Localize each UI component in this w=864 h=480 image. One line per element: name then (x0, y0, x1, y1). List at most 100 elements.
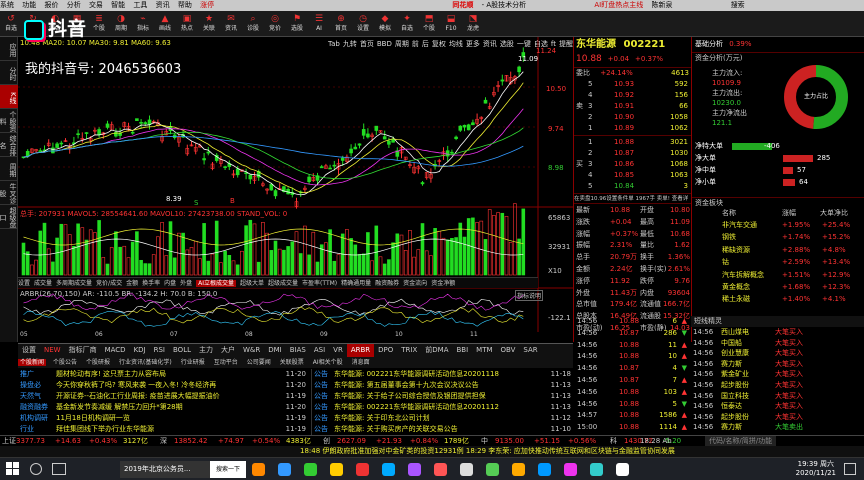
username[interactable]: 陈新泉 (651, 0, 672, 11)
indicator-tab-dmi-10[interactable]: DMI (264, 344, 286, 357)
taskbar-app-icon-12[interactable] (564, 463, 577, 476)
toolbar-button-12[interactable]: ◎ 竞价 (265, 13, 285, 35)
indicator-tab--8[interactable]: 大户 (217, 344, 239, 357)
alert-row[interactable]: 14:56 西山煤电 大笔买入 (691, 327, 864, 338)
indicator-tab-bias-11[interactable]: BIAS (286, 344, 310, 357)
leftbar-item-5[interactable]: 周期 (0, 157, 18, 181)
windows-start-icon[interactable] (6, 462, 20, 476)
vol-subtab-11[interactable]: 市盈率(TTM) (302, 280, 337, 287)
news-item-right[interactable]: 公告 东华能源: 002221东华能源调研活动信息20201112 11-13 (312, 402, 573, 413)
vol-subtab-12[interactable]: 精确通用量 (341, 280, 371, 287)
toolbar-button-21[interactable]: ⬔ 龙虎 (463, 13, 483, 35)
toolbar-button-19[interactable]: ⬒ 个股 (419, 13, 439, 35)
taskbar-app-icon-13[interactable] (590, 463, 603, 476)
title-menu-5[interactable]: 智能 (111, 0, 125, 11)
toolbar-button-20[interactable]: ⬓ F10 (441, 13, 461, 35)
notification-icon[interactable] (844, 463, 856, 475)
search-button[interactable]: 搜索 (731, 0, 745, 11)
toolbar-button-8[interactable]: ▣ 热点 (177, 13, 197, 35)
leftbar-item-7[interactable]: 超级盘口 (0, 205, 18, 229)
indicator-tab-boll-6[interactable]: BOLL (169, 344, 195, 357)
title-menu-2[interactable]: 报价 (44, 0, 58, 11)
indicator-tab-mtm-19[interactable]: MTM (472, 344, 496, 357)
indicator-tab-sar-21[interactable]: SAR (519, 344, 541, 357)
taskbar-app-icon-9[interactable] (486, 463, 499, 476)
taskbar-app-icon-6[interactable] (408, 463, 421, 476)
taskbar-app-icon-10[interactable] (512, 463, 525, 476)
alert-row[interactable]: 14:56 起步股份 大笔买入 (691, 380, 864, 391)
taskbar-app-browser[interactable]: 2019年北京公务员... (120, 461, 210, 478)
toolbar-button-4[interactable]: ≣ 个股 (89, 13, 109, 35)
alert-row[interactable]: 14:56 国立科技 大笔买入 (691, 391, 864, 402)
news-item-right[interactable]: 公告 东华能源: 第五届董事会第十九次会议决议公告 11-13 (312, 380, 573, 391)
bid-row[interactable]: 1 10.88 3021 (574, 137, 692, 148)
news-item-left[interactable]: 机构调研 11月18日机构调研一览 11-19 (18, 413, 308, 424)
toolbar-button-6[interactable]: ⌁ 指标 (133, 13, 153, 35)
taskbar-app-icon-7[interactable] (434, 463, 447, 476)
title-menu-4[interactable]: 交易 (89, 0, 103, 11)
bid-row[interactable]: 5 10.84 3 (574, 181, 692, 192)
title-menu-1[interactable]: 功能 (22, 0, 36, 11)
sector-row[interactable]: 钴 +2.59% +13.4% (692, 257, 864, 268)
news-item-right[interactable]: 公告 东华能源: 关于购买房产的关联交易公告 11-10 (312, 424, 573, 435)
toolbar-button-0[interactable]: ↺ 自选 (1, 13, 21, 35)
indicator-tab-obv-20[interactable]: OBV (497, 344, 520, 357)
ask-row[interactable]: 1 10.89 1062 (574, 123, 692, 134)
indicator-tab-kdj-4[interactable]: KDJ (130, 344, 150, 357)
sector-row[interactable]: 汽车拆解概念 +1.51% +12.9% (692, 270, 864, 281)
chart-area[interactable]: 10.48 MA20: 10.07 MA30: 9.81 MA60: 9.63 … (18, 37, 607, 342)
toolbar-button-16[interactable]: ◷ 设置 (353, 13, 373, 35)
indicator-tab-bbi-18[interactable]: BBI (452, 344, 472, 357)
indicator-tab--7[interactable]: 主力 (195, 344, 217, 357)
toolbar-button-14[interactable]: ☰ AI (309, 13, 329, 35)
taskbar-app-icon-11[interactable] (538, 463, 551, 476)
indicator-tab-trix-16[interactable]: TRIX (397, 344, 421, 357)
indicator-tab-rsi-5[interactable]: RSI (150, 344, 169, 357)
title-menu-0[interactable]: 系统 (0, 0, 14, 11)
toolbar-button-13[interactable]: ⚑ 选股 (287, 13, 307, 35)
news-item-left[interactable]: 融资融券 基金新发节奏减缓 解禁压力回升*第28期 11-20 (18, 402, 308, 413)
vol-subtab-5[interactable]: 换手率 (142, 280, 160, 287)
taskbar-search-button[interactable]: 搜索一下 (210, 461, 246, 478)
news-tab-4[interactable]: 行业研报 (179, 359, 207, 366)
bid-row[interactable]: 4 10.85 1063 (574, 170, 692, 181)
indicator-tab-dma-17[interactable]: 前DMA (421, 344, 452, 357)
news-tab-0[interactable]: 个股新闻 (18, 359, 47, 366)
toolbar-button-10[interactable]: ✉ 资讯 (221, 13, 241, 35)
title-menu-8[interactable]: 帮助 (178, 0, 192, 11)
alert-row[interactable]: 14:56 紫金矿业 大笔买入 (691, 369, 864, 380)
order-hint[interactable]: 在卖盘10.96设置条件单 1967手 卖单! 查看详细 (574, 193, 691, 204)
news-tab-9[interactable]: 消息面 (350, 359, 372, 366)
sector-row[interactable]: 非汽车交通 +1.95% +25.4% (692, 220, 864, 231)
taskbar-app-icon-4[interactable] (356, 463, 369, 476)
taskbar-app-icon-14[interactable] (616, 463, 629, 476)
side-tab-basic[interactable]: 基础分析 (695, 40, 723, 48)
toolbar-button-17[interactable]: ◆ 模拟 (375, 13, 395, 35)
sector-row[interactable]: 黄金概念 +1.68% +12.3% (692, 282, 864, 293)
ask-row[interactable]: 2 10.90 1058 (574, 112, 692, 123)
leftbar-item-3[interactable]: 个股资料 (0, 109, 18, 133)
taskbar-app-icon-3[interactable] (330, 463, 343, 476)
bid-row[interactable]: 买 3 10.86 1068 (574, 159, 692, 170)
vol-subtab-15[interactable]: 资金净额 (431, 280, 455, 287)
indicator-tab-new-1[interactable]: NEW (40, 344, 65, 357)
news-tab-1[interactable]: 个股公告 (51, 359, 79, 366)
indicator-tab-macd-3[interactable]: MACD (101, 344, 130, 357)
ask-row[interactable]: 4 10.92 156 (574, 90, 692, 101)
taskbar-app-icon-0[interactable] (252, 463, 265, 476)
vol-subtab-2[interactable]: 多周期成交量 (56, 280, 92, 287)
bid-row[interactable]: 2 10.87 1030 (574, 148, 692, 159)
leftbar-item-1[interactable]: 分时 (0, 61, 18, 85)
sector-row[interactable]: 钢铁 +1.74% +15.2% (692, 232, 864, 243)
news-item-left[interactable]: 行业 拜佳集团线下举办行业东华能源 11-19 (18, 424, 308, 435)
alert-row[interactable]: 14:56 起步股份 大笔买入 (691, 412, 864, 423)
title-menu-3[interactable]: 分析 (67, 0, 81, 11)
ai-watch[interactable]: AI盯盘热点主线 (594, 0, 643, 11)
vol-subtab-13[interactable]: 融资融券 (375, 280, 399, 287)
title-menu-6[interactable]: 工具 (133, 0, 147, 11)
news-item-right[interactable]: 公告 东华能源: 关于印东北公司计划 11-12 (312, 413, 573, 424)
task-view-icon[interactable] (52, 463, 66, 475)
leftbar-item-4[interactable]: 综合排名 (0, 133, 18, 157)
indicator-tab-asi-12[interactable]: ASI (310, 344, 329, 357)
indicator-help-button[interactable]: 指标说明 (515, 290, 544, 301)
